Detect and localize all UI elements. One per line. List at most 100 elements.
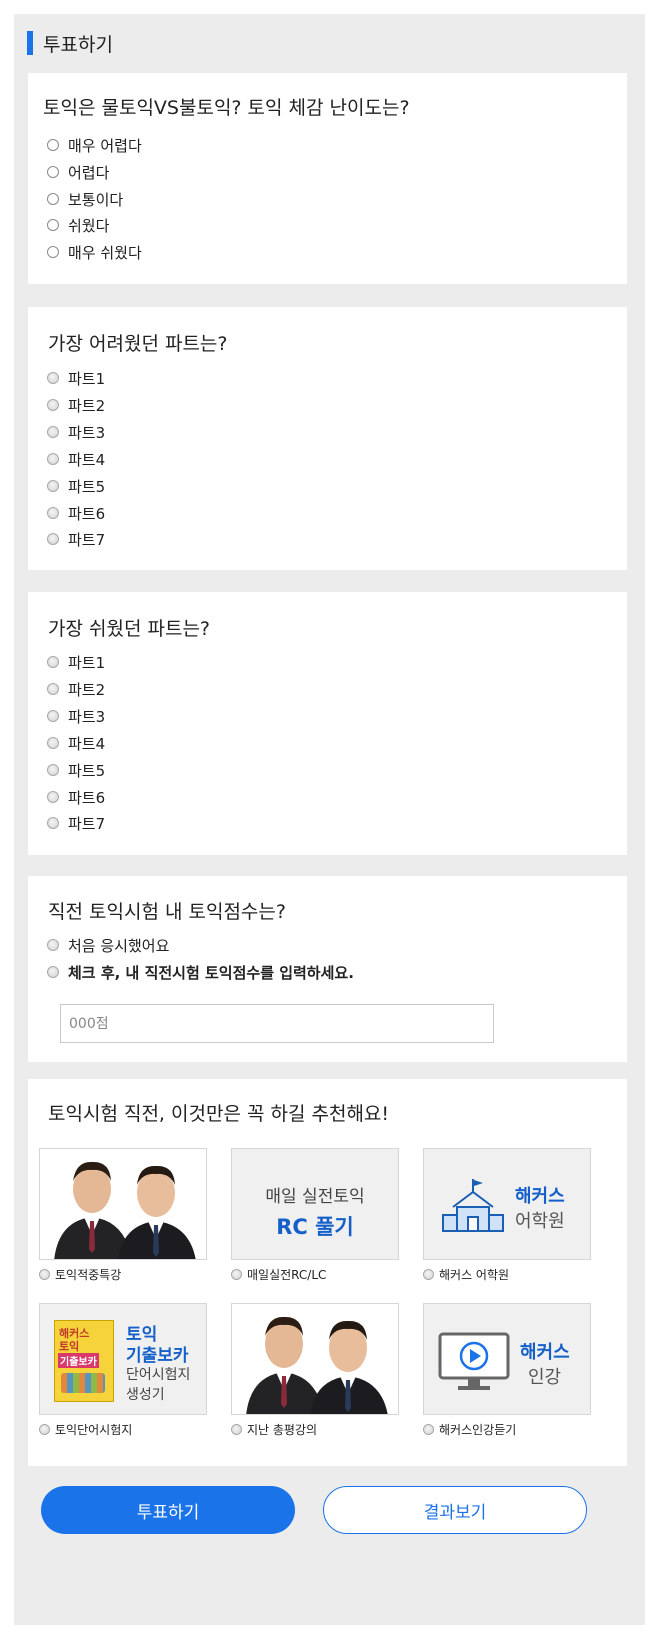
option-part3[interactable]: 파트3 [47, 421, 105, 443]
recommend-item-daily-rc-lc[interactable]: 매일 실전토익 RC 풀기 매일실전RC/LC [231, 1148, 399, 1282]
radio-button[interactable] [47, 966, 59, 978]
recommend-item-vocab-test[interactable]: 해커스 토익 기출보카 토익 기출보카 단어시험지 생성기 토익단어시험지 [39, 1303, 207, 1437]
question-title: 가장 쉬웠던 파트는? [48, 618, 211, 640]
item-caption[interactable]: 해커스 어학원 [423, 1266, 509, 1283]
caption-text: 토익단어시험지 [55, 1423, 133, 1437]
radio-button[interactable] [47, 507, 59, 519]
radio-button[interactable] [47, 939, 59, 951]
radio-button[interactable] [47, 791, 59, 803]
option-part7[interactable]: 파트7 [47, 528, 105, 550]
banner-line2: 어학원 [515, 1211, 565, 1232]
radio-button[interactable] [47, 139, 59, 151]
option-label: 파트7 [68, 814, 106, 833]
radio-button[interactable] [39, 1424, 50, 1435]
option-part6[interactable]: 파트6 [47, 502, 105, 524]
option-label: 파트3 [68, 423, 106, 442]
radio-button[interactable] [47, 426, 59, 438]
radio-button[interactable] [231, 1269, 242, 1280]
radio-button[interactable] [47, 764, 59, 776]
radio-button[interactable] [47, 737, 59, 749]
caption-text: 매일실전RC/LC [247, 1268, 327, 1282]
question-card-previous-score: 직전 토익시험 내 토익점수는? 처음 응시했어요 체크 후, 내 직전시험 토… [28, 876, 627, 1062]
view-results-button[interactable]: 결과보기 [323, 1486, 587, 1534]
teachers-photo-thumbnail[interactable] [231, 1303, 399, 1415]
book-cover-icon: 해커스 토익 기출보카 [54, 1320, 114, 1402]
radio-button[interactable] [47, 166, 59, 178]
vote-button[interactable]: 투표하기 [41, 1486, 295, 1534]
option-part2[interactable]: 파트2 [47, 678, 105, 700]
banner-line2: 인강 [528, 1367, 562, 1388]
score-input[interactable] [60, 1004, 494, 1043]
caption-text: 지난 총평강의 [247, 1423, 318, 1437]
radio-button[interactable] [47, 372, 59, 384]
recommend-item-hackers-academy[interactable]: 해커스 어학원 해커스 어학원 [423, 1148, 591, 1282]
radio-button[interactable] [423, 1424, 434, 1435]
question-card-easiest-part: 가장 쉬웠던 파트는? 파트1 파트2 파트3 파트4 파트5 파트6 파트7 [28, 592, 627, 855]
banner-line1: 매일 실전토익 [265, 1187, 365, 1207]
radio-button[interactable] [47, 683, 59, 695]
option-normal[interactable]: 보통이다 [47, 188, 123, 210]
rc-banner-thumbnail[interactable]: 매일 실전토익 RC 풀기 [231, 1148, 399, 1260]
option-enter-score[interactable]: 체크 후, 내 직전시험 토익점수를 입력하세요. [47, 961, 354, 983]
caption-text: 해커스 어학원 [439, 1268, 510, 1282]
banner-line2: RC 풀기 [276, 1215, 354, 1239]
radio-button[interactable] [47, 817, 59, 829]
option-easy[interactable]: 쉬웠다 [47, 214, 109, 236]
option-very-easy[interactable]: 매우 쉬웠다 [47, 241, 142, 263]
radio-button[interactable] [47, 193, 59, 205]
option-part6[interactable]: 파트6 [47, 786, 105, 808]
option-label: 파트7 [68, 530, 106, 549]
option-part7[interactable]: 파트7 [47, 812, 105, 834]
option-very-hard[interactable]: 매우 어렵다 [47, 134, 142, 156]
radio-button[interactable] [47, 453, 59, 465]
item-caption[interactable]: 해커스인강듣기 [423, 1421, 516, 1438]
banner-line3: 단어시험지 [126, 1367, 191, 1383]
radio-button[interactable] [231, 1424, 242, 1435]
radio-button[interactable] [47, 533, 59, 545]
option-label: 파트2 [68, 680, 106, 699]
question-card-difficulty: 토익은 물토익VS불토익? 토익 체감 난이도는? 매우 어렵다 어렵다 보통이… [28, 73, 627, 284]
recommend-item-online-lecture[interactable]: 해커스 인강 해커스인강듣기 [423, 1303, 591, 1437]
option-first-time[interactable]: 처음 응시했어요 [47, 934, 169, 956]
teachers-photo [232, 1304, 398, 1414]
radio-button[interactable] [47, 480, 59, 492]
radio-button[interactable] [47, 399, 59, 411]
option-label: 파트1 [68, 369, 106, 388]
option-part5[interactable]: 파트5 [47, 475, 105, 497]
radio-button[interactable] [423, 1269, 434, 1280]
option-part1[interactable]: 파트1 [47, 651, 105, 673]
question-title: 토익시험 직전, 이것만은 꼭 하길 추천해요! [48, 1103, 390, 1125]
recommendation-card: 토익시험 직전, 이것만은 꼭 하길 추천해요! 토익적중특강 매일 실전토익 … [28, 1079, 627, 1466]
recommend-item-toeic-special[interactable]: 토익적중특강 [39, 1148, 207, 1282]
monitor-play-icon [438, 1332, 510, 1390]
lecture-banner-thumbnail[interactable]: 해커스 인강 [423, 1303, 591, 1415]
option-part3[interactable]: 파트3 [47, 705, 105, 727]
banner-line1: 해커스 [515, 1186, 565, 1207]
caption-text: 해커스인강듣기 [439, 1423, 517, 1437]
item-caption[interactable]: 토익단어시험지 [39, 1421, 132, 1438]
option-label: 매우 쉬웠다 [68, 243, 142, 262]
option-part1[interactable]: 파트1 [47, 367, 105, 389]
option-hard[interactable]: 어렵다 [47, 161, 109, 183]
option-part4[interactable]: 파트4 [47, 448, 105, 470]
teachers-photo-thumbnail[interactable] [39, 1148, 207, 1260]
option-part5[interactable]: 파트5 [47, 759, 105, 781]
option-part2[interactable]: 파트2 [47, 394, 105, 416]
radio-button[interactable] [47, 219, 59, 231]
option-label: 파트5 [68, 761, 106, 780]
option-label: 파트4 [68, 450, 106, 469]
item-caption[interactable]: 토익적중특강 [39, 1266, 121, 1283]
academy-banner-thumbnail[interactable]: 해커스 어학원 [423, 1148, 591, 1260]
option-label: 파트4 [68, 734, 106, 753]
radio-button[interactable] [47, 656, 59, 668]
radio-button[interactable] [39, 1269, 50, 1280]
question-title: 가장 어려웠던 파트는? [48, 333, 228, 355]
option-part4[interactable]: 파트4 [47, 732, 105, 754]
item-caption[interactable]: 매일실전RC/LC [231, 1266, 326, 1283]
book-banner-thumbnail[interactable]: 해커스 토익 기출보카 토익 기출보카 단어시험지 생성기 [39, 1303, 207, 1415]
radio-button[interactable] [47, 710, 59, 722]
item-caption[interactable]: 지난 총평강의 [231, 1421, 317, 1438]
option-label: 어렵다 [68, 163, 110, 182]
recommend-item-previous-review[interactable]: 지난 총평강의 [231, 1303, 399, 1437]
radio-button[interactable] [47, 246, 59, 258]
